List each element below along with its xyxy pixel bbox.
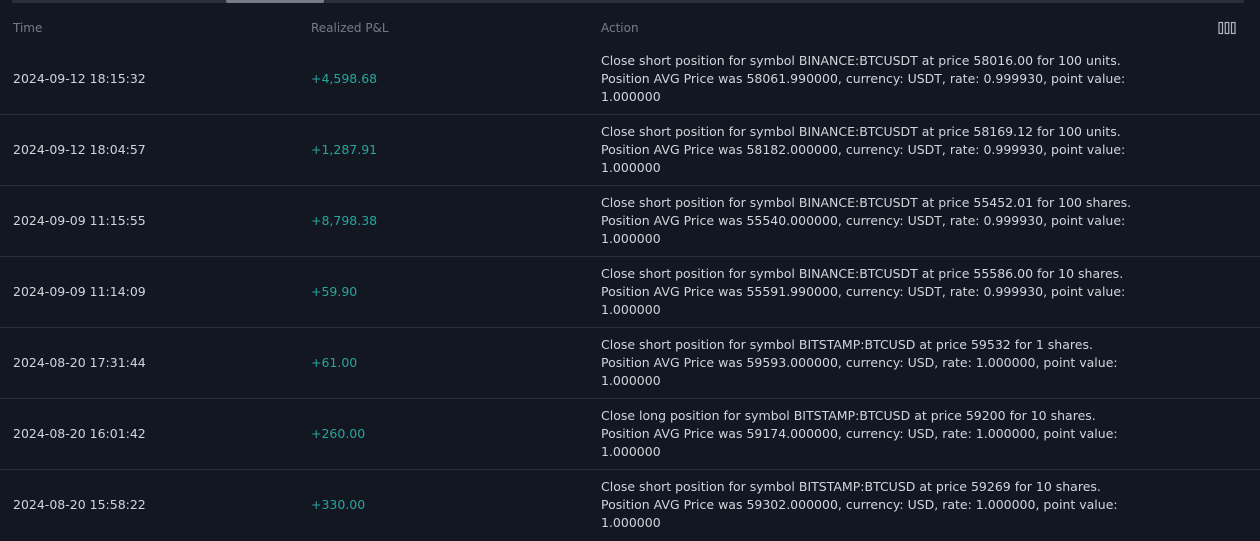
table-row[interactable]: 2024-09-12 18:15:32 +4,598.68 Close shor… bbox=[0, 44, 1260, 115]
row-action: Close short position for symbol BITSTAMP… bbox=[601, 478, 1161, 532]
row-realized-pnl: +4,598.68 bbox=[311, 71, 378, 86]
action-line: Close short position for symbol BINANCE:… bbox=[601, 53, 1121, 68]
row-realized-pnl: +61.00 bbox=[311, 355, 358, 370]
action-line: Close short position for symbol BINANCE:… bbox=[601, 266, 1124, 281]
row-realized-pnl: +330.00 bbox=[311, 497, 366, 512]
row-realized-pnl: +59.90 bbox=[311, 284, 358, 299]
columns-icon[interactable] bbox=[1218, 21, 1236, 35]
action-line: Position AVG Price was 59593.000000, cur… bbox=[601, 355, 1118, 370]
row-time: 2024-08-20 16:01:42 bbox=[13, 426, 146, 441]
row-action: Close short position for symbol BINANCE:… bbox=[601, 123, 1161, 177]
row-time: 2024-08-20 15:58:22 bbox=[13, 497, 146, 512]
trade-history-table-body: 2024-09-12 18:15:32 +4,598.68 Close shor… bbox=[0, 44, 1260, 540]
action-line: Close short position for symbol BINANCE:… bbox=[601, 124, 1121, 139]
row-action: Close short position for symbol BINANCE:… bbox=[601, 265, 1161, 319]
action-line: Position AVG Price was 55540.000000, cur… bbox=[601, 213, 1126, 228]
action-line: Close long position for symbol BITSTAMP:… bbox=[601, 408, 1096, 423]
column-header-time[interactable]: Time bbox=[13, 21, 42, 35]
column-header-action[interactable]: Action bbox=[601, 21, 639, 35]
action-line: Position AVG Price was 55591.990000, cur… bbox=[601, 284, 1126, 299]
action-line: 1.000000 bbox=[601, 89, 661, 104]
row-time: 2024-09-12 18:15:32 bbox=[13, 71, 146, 86]
action-line: 1.000000 bbox=[601, 515, 661, 530]
row-realized-pnl: +1,287.91 bbox=[311, 142, 378, 157]
action-line: Position AVG Price was 59174.000000, cur… bbox=[601, 426, 1118, 441]
row-action: Close long position for symbol BITSTAMP:… bbox=[601, 407, 1161, 461]
table-row[interactable]: 2024-08-20 17:31:44 +61.00 Close short p… bbox=[0, 328, 1260, 399]
table-row[interactable]: 2024-08-20 16:01:42 +260.00 Close long p… bbox=[0, 399, 1260, 470]
action-line: Position AVG Price was 58182.000000, cur… bbox=[601, 142, 1126, 157]
action-line: Close short position for symbol BITSTAMP… bbox=[601, 479, 1101, 494]
action-line: Close short position for symbol BITSTAMP… bbox=[601, 337, 1093, 352]
row-action: Close short position for symbol BINANCE:… bbox=[601, 194, 1161, 248]
row-realized-pnl: +8,798.38 bbox=[311, 213, 378, 228]
action-line: Position AVG Price was 58061.990000, cur… bbox=[601, 71, 1126, 86]
table-row[interactable]: 2024-09-12 18:04:57 +1,287.91 Close shor… bbox=[0, 115, 1260, 186]
action-line: 1.000000 bbox=[601, 444, 661, 459]
action-line: Position AVG Price was 59302.000000, cur… bbox=[601, 497, 1118, 512]
row-time: 2024-09-09 11:14:09 bbox=[13, 284, 146, 299]
row-realized-pnl: +260.00 bbox=[311, 426, 366, 441]
table-row[interactable]: 2024-09-09 11:15:55 +8,798.38 Close shor… bbox=[0, 186, 1260, 257]
table-row[interactable]: 2024-08-20 15:58:22 +330.00 Close short … bbox=[0, 470, 1260, 540]
row-action: Close short position for symbol BITSTAMP… bbox=[601, 336, 1161, 390]
row-action: Close short position for symbol BINANCE:… bbox=[601, 52, 1161, 106]
row-time: 2024-09-12 18:04:57 bbox=[13, 142, 146, 157]
action-line: Close short position for symbol BINANCE:… bbox=[601, 195, 1132, 210]
action-line: 1.000000 bbox=[601, 302, 661, 317]
action-line: 1.000000 bbox=[601, 373, 661, 388]
table-header: Time Realized P&L Action bbox=[0, 3, 1260, 45]
column-header-realized-pnl[interactable]: Realized P&L bbox=[311, 21, 389, 35]
action-line: 1.000000 bbox=[601, 231, 661, 246]
row-time: 2024-09-09 11:15:55 bbox=[13, 213, 146, 228]
action-line: 1.000000 bbox=[601, 160, 661, 175]
table-row[interactable]: 2024-09-09 11:14:09 +59.90 Close short p… bbox=[0, 257, 1260, 328]
row-time: 2024-08-20 17:31:44 bbox=[13, 355, 146, 370]
